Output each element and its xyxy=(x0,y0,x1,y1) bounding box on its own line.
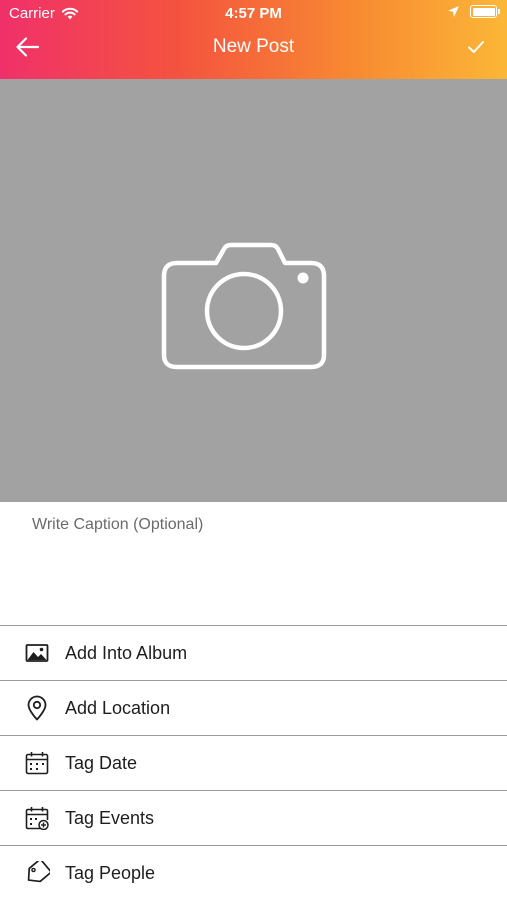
option-label: Tag Events xyxy=(65,807,155,828)
checkmark-icon xyxy=(468,41,484,53)
option-add-location[interactable]: Add Location xyxy=(0,680,507,735)
status-right xyxy=(447,5,500,18)
photo-picker[interactable] xyxy=(0,79,507,502)
confirm-button[interactable] xyxy=(463,34,491,60)
caption-input[interactable] xyxy=(32,514,472,536)
options-list: Add Into Album Add Location Tag Date Tag… xyxy=(0,625,507,900)
battery-level xyxy=(472,7,495,16)
caption-area xyxy=(0,502,507,626)
map-pin-icon xyxy=(24,695,50,721)
battery-icon xyxy=(470,5,500,18)
location-arrow-icon xyxy=(448,6,459,17)
status-time: 4:57 PM xyxy=(225,5,282,22)
option-label: Tag Date xyxy=(65,752,138,773)
page-title: New Post xyxy=(212,36,295,57)
option-tag-people[interactable]: Tag People xyxy=(0,845,507,900)
option-add-into-album[interactable]: Add Into Album xyxy=(0,625,507,680)
tag-icon xyxy=(24,860,50,886)
option-label: Add Into Album xyxy=(65,642,188,663)
nav-bar: New Post xyxy=(0,28,507,66)
status-bar: Carrier 4:57 PM xyxy=(0,0,507,28)
camera-icon xyxy=(161,242,327,370)
calendar-add-icon xyxy=(24,805,50,831)
image-icon xyxy=(24,640,50,666)
option-label: Tag People xyxy=(65,862,156,883)
calendar-icon xyxy=(24,750,50,776)
option-tag-events[interactable]: Tag Events xyxy=(0,790,507,845)
option-label: Add Location xyxy=(65,697,171,718)
option-tag-date[interactable]: Tag Date xyxy=(0,735,507,790)
app-header: Carrier 4:57 PM New Post xyxy=(0,0,507,79)
